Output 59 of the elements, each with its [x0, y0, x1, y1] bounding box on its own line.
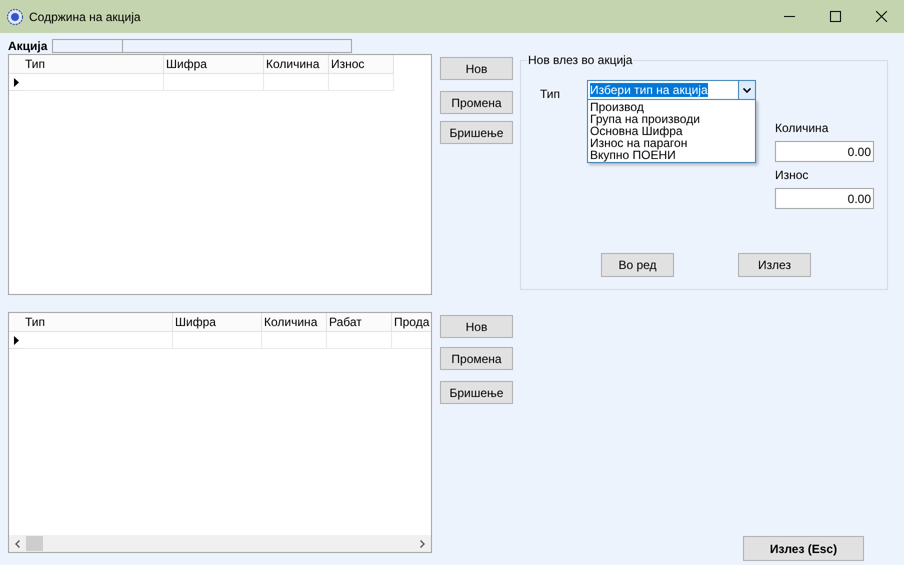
dropdown-option[interactable]: Вкупно ПОЕНИ [588, 149, 755, 161]
amount-field[interactable]: 0.00 [775, 141, 874, 162]
action-code-field[interactable] [52, 39, 123, 53]
dialog-button[interactable]: Излез [738, 253, 811, 277]
table-cell[interactable] [23, 332, 173, 349]
dropdown-option[interactable]: Група на производи [588, 113, 755, 125]
exit-button[interactable]: Излез (Esc) [743, 536, 864, 561]
close-icon [876, 11, 886, 22]
table-cell[interactable] [173, 332, 262, 349]
grid-action-button[interactable]: Нов [440, 315, 513, 338]
table-cell[interactable] [327, 332, 392, 349]
table-cell[interactable] [329, 74, 394, 91]
current-row-icon [14, 336, 18, 344]
minimize-icon [784, 16, 794, 17]
column-header[interactable]: Шифра [164, 55, 264, 74]
selected-text: Избери тип на акција [590, 83, 708, 97]
column-header[interactable]: Рабат [327, 313, 392, 332]
corner-header [9, 55, 23, 74]
grid-action-button[interactable]: Бришење [440, 381, 513, 404]
column-header[interactable]: Шифра [173, 313, 262, 332]
group-title: Нов влез во акција [527, 53, 634, 67]
column-header[interactable]: Тип [23, 55, 164, 74]
type-dropdown[interactable]: Избери тип на акција [587, 80, 756, 100]
dialog-button[interactable]: Во ред [601, 253, 674, 277]
table-cell[interactable] [23, 74, 164, 91]
field-label: Износ [775, 167, 810, 184]
column-header[interactable]: Прода [392, 313, 431, 332]
dropdown-option[interactable]: Производ [588, 101, 755, 113]
action-label: Акција [8, 38, 48, 55]
current-row-icon [14, 78, 18, 86]
grid-action-button[interactable]: Промена [440, 347, 513, 370]
window-title: Содржина на акција [29, 8, 141, 26]
grid-action-button[interactable]: Промена [440, 91, 513, 114]
app-logo-icon [7, 8, 23, 24]
amount-field[interactable]: 0.00 [775, 188, 874, 209]
data-grid[interactable]: Тип Шифра Количина Износ [8, 54, 432, 295]
grid-action-button[interactable]: Бришење [440, 121, 513, 144]
dropdown-option[interactable]: Основна Шифра [588, 125, 755, 137]
column-header[interactable]: Износ [329, 55, 394, 74]
type-label: Тип [540, 86, 560, 103]
table-cell[interactable] [262, 332, 327, 349]
scrollbar-thumb[interactable] [26, 536, 43, 551]
scroll-right-icon[interactable] [420, 540, 425, 548]
chevron-down-icon [743, 88, 751, 92]
column-header[interactable]: Тип [23, 313, 173, 332]
horizontal-scrollbar[interactable] [9, 535, 431, 552]
column-header[interactable]: Количина [262, 313, 327, 332]
data-grid[interactable]: Тип Шифра Количина Рабат Прода [8, 312, 432, 553]
table-cell[interactable] [164, 74, 264, 91]
maximize-icon [830, 11, 840, 22]
dropdown-option[interactable]: Износ на парагон [588, 137, 755, 149]
corner-header [9, 313, 23, 332]
field-label: Количина [775, 120, 830, 137]
action-name-field[interactable] [123, 39, 352, 53]
scroll-left-icon[interactable] [15, 540, 20, 548]
dropdown-toggle[interactable] [738, 81, 755, 99]
table-cell[interactable] [264, 74, 329, 91]
grid-action-button[interactable]: Нов [440, 57, 513, 80]
column-header[interactable]: Количина [264, 55, 329, 74]
